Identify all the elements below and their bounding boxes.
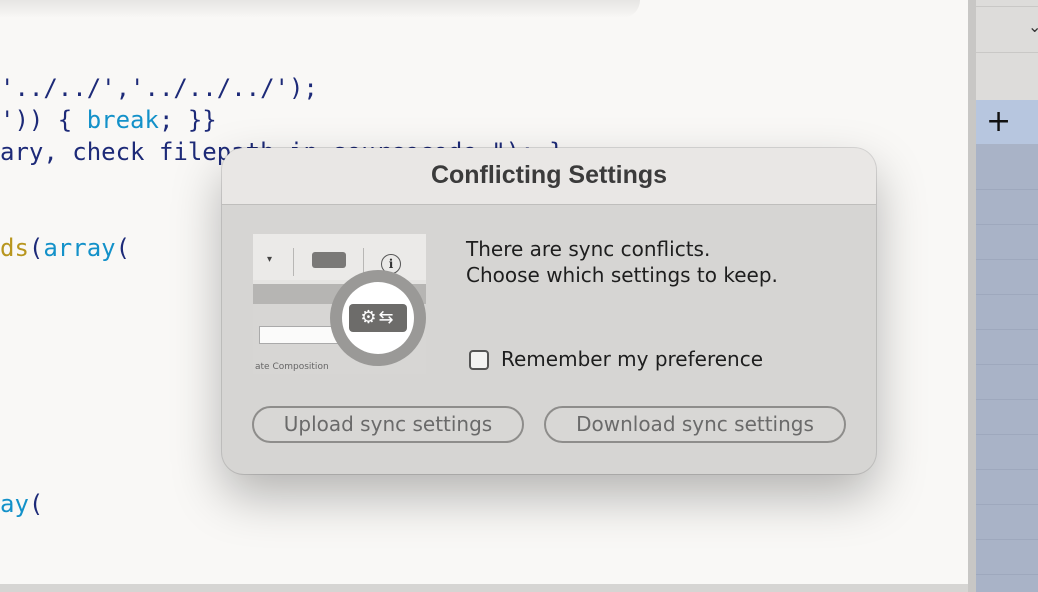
editor-tab-shadow — [0, 0, 640, 18]
code-token: '../../','../../../'); — [0, 74, 318, 102]
divider — [293, 248, 294, 276]
remember-preference-label[interactable]: Remember my preference — [501, 347, 763, 371]
code-token: ( — [28, 234, 44, 262]
sync-settings-illustration: ▾ i ate Composition ⚙⇆ — [253, 234, 426, 374]
sync-settings-gear-icon — [312, 252, 346, 268]
divider — [976, 52, 1038, 53]
panel-row-divider — [976, 224, 1038, 225]
panel-row-divider — [976, 469, 1038, 470]
illustration-caption: ate Composition — [255, 362, 329, 372]
conflict-message: There are sync conflicts. — [466, 237, 711, 261]
sync-settings-gear-icon: ⚙⇆ — [349, 304, 407, 332]
panel-row-divider — [976, 434, 1038, 435]
code-line: '../../','../../../'); — [0, 74, 318, 102]
remember-preference-checkbox[interactable] — [469, 350, 489, 370]
panel-row-divider — [976, 399, 1038, 400]
add-button[interactable]: + — [976, 100, 1038, 144]
code-line: ')) { break; }} — [0, 106, 217, 134]
download-sync-settings-button[interactable]: Download sync settings — [544, 406, 846, 443]
panel-row-divider — [976, 504, 1038, 505]
code-token: ')) { — [0, 106, 87, 134]
panel-row-divider — [976, 574, 1038, 575]
conflict-instruction: Choose which settings to keep. — [466, 263, 778, 287]
magnifier-lens: ⚙⇆ — [342, 282, 414, 354]
vertical-scrollbar[interactable] — [968, 0, 976, 592]
magnifier-icon: ⚙⇆ — [330, 270, 426, 366]
panel-row-divider — [976, 329, 1038, 330]
code-token: ( — [28, 490, 44, 518]
right-side-panel: ⌄ + — [976, 0, 1038, 592]
panel-row-divider — [976, 259, 1038, 260]
conflicting-settings-dialog: Conflicting Settings ▾ i ate Composition… — [222, 148, 876, 474]
panel-row-divider — [976, 364, 1038, 365]
code-line: ds(array( — [0, 234, 130, 262]
illustration-toolbar: ▾ i — [253, 234, 426, 280]
upload-sync-settings-button[interactable]: Upload sync settings — [252, 406, 524, 443]
plus-icon: + — [986, 104, 1012, 139]
right-panel-header: ⌄ — [976, 0, 1038, 100]
chevron-down-icon[interactable]: ⌄ — [1028, 19, 1038, 35]
dialog-title: Conflicting Settings — [430, 161, 668, 189]
panel-row-divider — [976, 189, 1038, 190]
dropdown-arrow-icon: ▾ — [267, 254, 273, 265]
horizontal-scrollbar[interactable] — [0, 584, 968, 592]
code-token: ; }} — [158, 106, 217, 134]
divider — [976, 6, 1038, 7]
code-token: ( — [115, 234, 131, 262]
code-token: ay — [0, 490, 29, 518]
panel-row-divider — [976, 539, 1038, 540]
code-token: array — [43, 234, 116, 262]
code-line: ay( — [0, 490, 43, 518]
code-token: break — [86, 106, 159, 134]
panel-row-divider — [976, 294, 1038, 295]
code-token: ds — [0, 234, 29, 262]
